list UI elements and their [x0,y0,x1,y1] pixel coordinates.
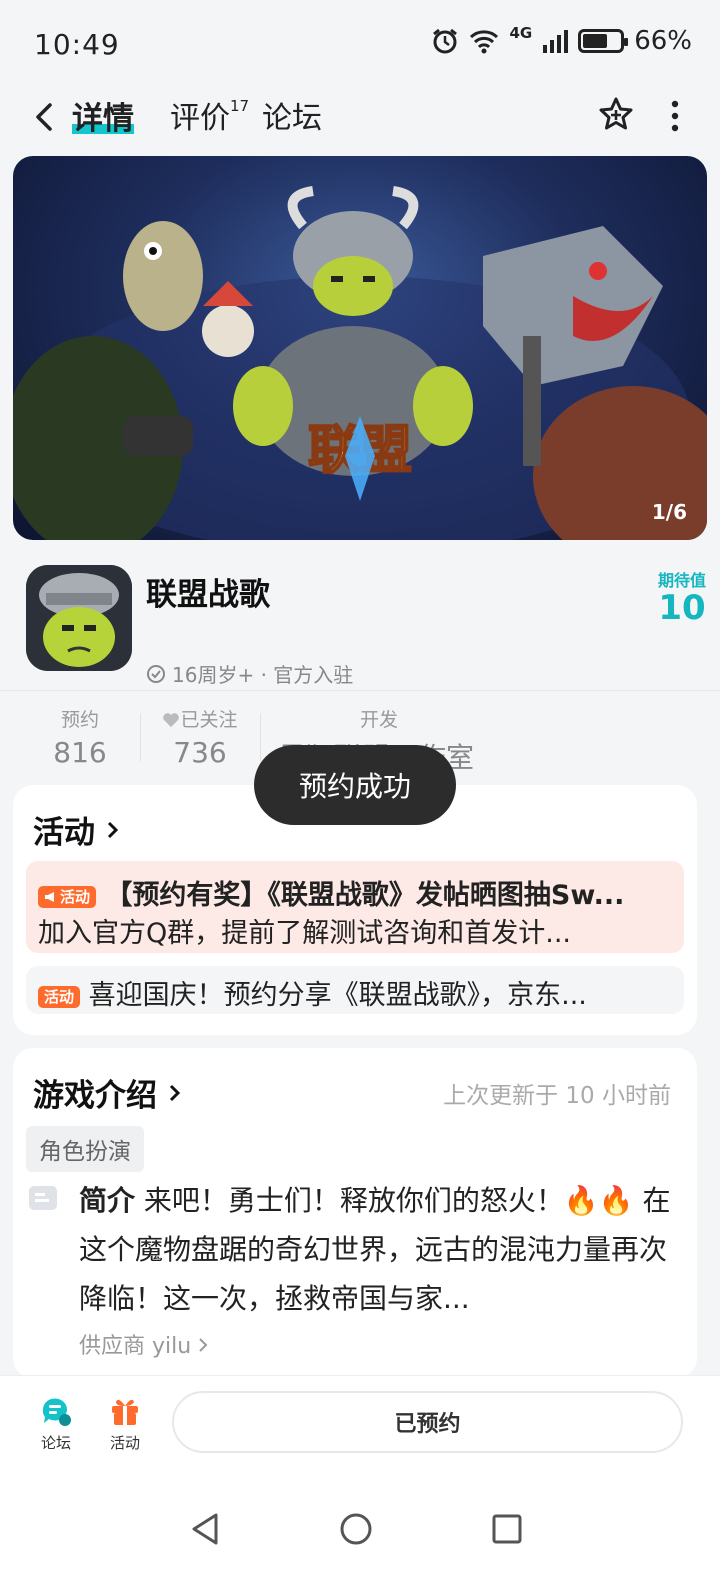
app-icon [26,565,132,671]
intro-label: 简介 [79,1184,136,1217]
stat-reservations: 预约 816 [52,705,108,769]
activity-tag: 活动 [38,985,81,1008]
tab-review[interactable]: 评价17 [170,93,249,137]
tab-detail[interactable]: 详情 [72,93,134,138]
activity-tag: 活动 [38,885,97,908]
toast-message: 预约成功 [254,745,456,825]
chevron-right-icon [199,1338,208,1352]
stat-follows-label: 已关注 [158,705,242,732]
stat-follows[interactable]: 已关注 736 [158,705,242,769]
activity-label: 活动 [109,1434,140,1452]
review-count: 17 [230,97,250,115]
bottom-action-bar: 论坛 活动 已预约 [0,1375,720,1465]
intro-text: 来吧！勇士们！释放你们的怒火！🔥🔥 在这个魔物盘踞的奇幻世界，远古的混沌力量再次… [79,1184,671,1315]
intro-summary[interactable]: 简介 来吧！勇士们！释放你们的怒火！🔥🔥 在这个魔物盘踞的奇幻世界，远古的混沌力… [79,1176,679,1323]
stat-reservations-label: 预约 [60,709,99,731]
tab-forum-label: 论坛 [262,101,322,136]
chevron-right-icon [169,1084,180,1102]
megaphone-icon [45,891,54,902]
expectation-value: 10 [658,588,706,628]
app-title: 联盟战歌 [146,577,270,613]
battery-icon [578,29,629,53]
star-add-icon[interactable] [596,95,636,135]
activity-button[interactable]: 活动 [95,1394,155,1453]
last-updated: 上次更新于 10 小时前 [443,1083,671,1109]
supplier-link[interactable]: 供应商 yilu [79,1328,208,1360]
stat-developer-label: 开发 [360,709,399,731]
battery-level: 66% [634,26,692,56]
supplier-text: 供应商 yilu [79,1334,192,1359]
divider [260,713,261,761]
signal-icon [543,30,569,53]
activity-item[interactable]: 活动 【预约有奖】《联盟战歌》发帖晒图抽Sw... 加入官方Q群，提前了解测试咨… [26,861,684,953]
intro-title[interactable]: 游戏介绍 [33,1070,182,1115]
wifi-icon [470,30,499,54]
tab-detail-label: 详情 [72,101,134,137]
activity-item-title: 喜迎国庆！预约分享《联盟战歌》，京东... [88,980,587,1011]
gift-icon [112,1399,138,1425]
stat-follows-label-text: 已关注 [180,709,238,731]
app-meta: 16周岁+ · 官方入驻 [146,659,353,688]
status-bar: 10:49 4G 66% [0,0,720,90]
app-info: 联盟战歌 16周岁+ · 官方入驻 期待值 10 [0,555,720,690]
forum-chat-icon [42,1398,71,1426]
forum-label: 论坛 [40,1434,71,1452]
stat-reservations-value: 816 [53,736,107,769]
activity-item-title-row: 活动 【预约有奖】《联盟战歌》发帖晒图抽Sw... [38,873,624,912]
activity-item-title-row: 活动 喜迎国庆！预约分享《联盟战歌》，京东... [38,973,587,1012]
activity-item-desc: 加入官方Q群，提前了解测试咨询和首发计... [38,918,571,949]
divider [140,713,141,761]
nav-home-icon[interactable] [338,1509,374,1549]
activity-title-text: 活动 [33,815,95,851]
banner-counter: 1/6 [651,500,687,524]
banner-artwork: 联盟 [13,186,707,540]
more-options-icon[interactable] [670,99,680,133]
status-icons: 4G 66% [431,24,692,56]
expectation-score: 期待值 10 [658,567,706,625]
heart-check-icon [163,713,180,727]
forum-button[interactable]: 论坛 [26,1394,86,1453]
activity-item-title: 【预约有奖】《联盟战歌》发帖晒图抽Sw... [105,880,625,911]
activity-item[interactable]: 活动 喜迎国庆！预约分享《联盟战歌》，京东... [26,966,684,1014]
reserved-button[interactable]: 已预约 [172,1391,683,1453]
system-nav-bar [0,1465,720,1591]
app-meta-text: 16周岁+ · 官方入驻 [172,663,354,687]
game-intro-card: 游戏介绍 上次更新于 10 小时前 角色扮演 简介 来吧！勇士们！释放你们的怒火… [13,1048,697,1378]
back-arrow-icon[interactable] [30,97,60,137]
activity-tag-label: 活动 [60,888,91,906]
tab-review-label: 评价 [170,101,230,136]
nav-recents-icon[interactable] [490,1509,524,1549]
tab-forum[interactable]: 论坛 [262,93,322,137]
activity-title[interactable]: 活动 [33,807,120,852]
genre-tag[interactable]: 角色扮演 [26,1126,144,1172]
alarm-icon [433,28,458,54]
top-nav: 详情 评价17 论坛 [0,85,720,149]
nav-back-icon[interactable] [188,1509,222,1549]
intro-title-text: 游戏介绍 [33,1078,157,1114]
document-icon [29,1186,57,1210]
chevron-right-icon [107,821,118,839]
media-banner[interactable]: 联盟 1/6 [13,156,707,540]
network-type: 4G [509,24,533,42]
stat-follows-value: 736 [173,736,227,769]
status-time: 10:49 [34,28,120,61]
verified-check-icon [147,664,165,683]
